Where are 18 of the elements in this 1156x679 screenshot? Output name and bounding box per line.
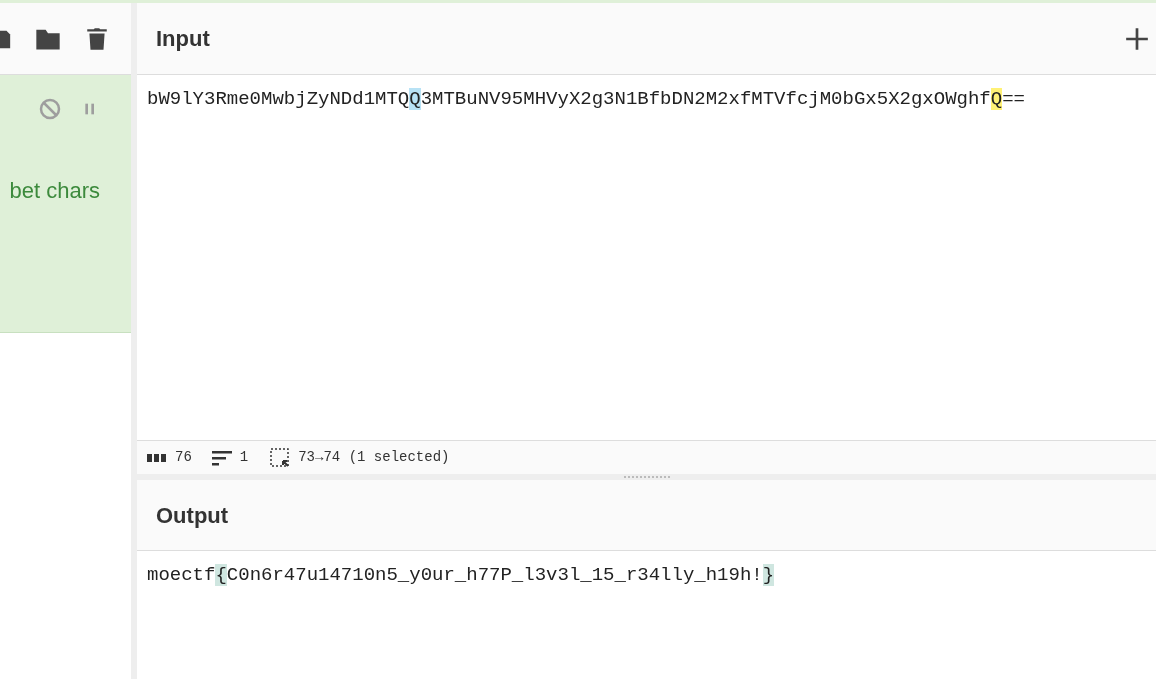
plain-text: moectf [147,564,216,586]
plus-icon[interactable] [1124,25,1150,52]
panel-title: Input [156,25,210,53]
selection-icon [270,447,291,468]
highlighted-text: Q [990,88,1003,110]
panel-title: Output [156,501,229,530]
plain-text: == [1002,88,1025,110]
highlighted-text: Q [409,88,421,110]
line-count: 1 [239,448,249,467]
plain-text: C0n6r47u14710n5_y0ur_h77P_l3v3l_15_r34lly_h19h! [226,564,763,586]
highlighted-text: } [762,564,775,586]
plain-text: bW9lY3Rme0MwbjZyNDd1MTQ [147,88,410,110]
plain-text: 3MTBuNV95MHVyX2g3N1BfbDN2M2xfMTVfcjM0bGx5X2gxOWghf [420,88,991,110]
lines-icon [211,449,232,466]
length-count: 76 [175,448,192,467]
highlighted-text: { [215,564,227,586]
selection-range: 73→74 (1 selected) [298,448,450,467]
operation-text: bet chars [9,177,100,205]
